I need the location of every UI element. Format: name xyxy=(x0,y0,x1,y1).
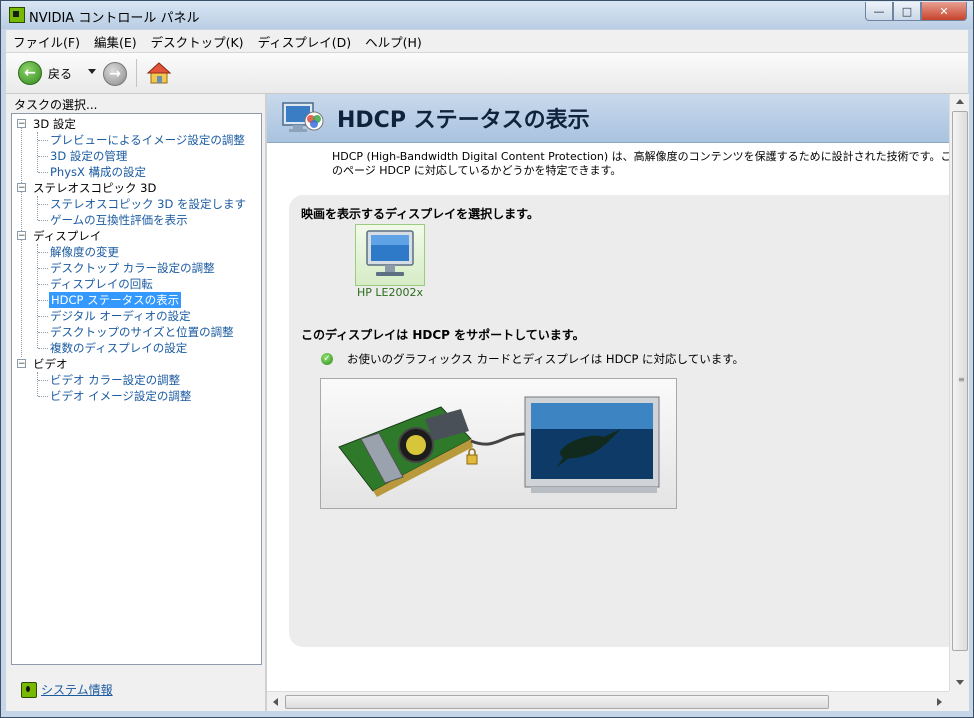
vertical-scroll-thumb[interactable]: ≡ xyxy=(952,111,968,651)
vertical-scrollbar[interactable]: ≡ xyxy=(949,94,969,691)
task-tree: − 3D 設定 プレビューによるイメージ設定の調整 3D 設定の管理 PhysX… xyxy=(11,113,262,665)
tree-item[interactable]: ビデオ カラー設定の調整 xyxy=(50,372,180,388)
expand-collapse-icon[interactable]: − xyxy=(17,183,26,193)
menu-bar: ファイル(F) 編集(E) デスクトップ(K) ディスプレイ(D) ヘルプ(H) xyxy=(6,30,968,53)
tree-item[interactable]: 解像度の変更 xyxy=(50,244,119,260)
menu-help[interactable]: ヘルプ(H) xyxy=(358,32,429,51)
menu-desktop[interactable]: デスクトップ(K) xyxy=(144,32,251,51)
scroll-right-icon[interactable] xyxy=(937,698,942,706)
close-button[interactable]: ✕ xyxy=(921,2,967,21)
back-label: 戻る xyxy=(48,66,73,81)
scroll-left-icon[interactable] xyxy=(273,698,278,706)
tree-category-3d[interactable]: 3D 設定 xyxy=(33,116,76,132)
scrollbar-corner xyxy=(949,691,969,711)
nvidia-icon xyxy=(9,7,25,23)
navigation-pane: タスクの選択... − 3D 設定 プレビューによるイメージ設定の調整 3D 設… xyxy=(6,94,265,711)
tree-item[interactable]: ゲームの互換性評価を表示 xyxy=(50,212,188,228)
page-title: HDCP ステータスの表示 xyxy=(337,108,590,133)
hdcp-panel: 映画を表示するディスプレイを選択します。 HP LE2002x このディスプレイ… xyxy=(289,195,949,647)
nvidia-info-icon xyxy=(21,681,37,698)
graphics-card-to-tv-image xyxy=(338,396,660,497)
title-bar[interactable]: NVIDIA コントロール パネル — □ ✕ xyxy=(1,1,973,29)
display-selector[interactable] xyxy=(355,224,425,286)
horizontal-scrollbar[interactable] xyxy=(267,691,949,711)
toolbar: ← 戻る → xyxy=(6,53,968,94)
select-display-label: 映画を表示するディスプレイを選択します。 xyxy=(301,207,539,221)
toolbar-separator xyxy=(136,59,137,87)
menu-display[interactable]: ディスプレイ(D) xyxy=(251,32,359,51)
system-info-link[interactable]: システム情報 xyxy=(21,681,113,698)
horizontal-scroll-thumb[interactable] xyxy=(285,695,829,709)
grip-icon: ≡ xyxy=(958,375,965,384)
expand-collapse-icon[interactable]: − xyxy=(17,231,26,241)
tree-item[interactable]: デジタル オーディオの設定 xyxy=(50,308,191,324)
display-name: HP LE2002x xyxy=(357,286,423,299)
expand-collapse-icon[interactable]: − xyxy=(17,359,26,369)
tree-item[interactable]: PhysX 構成の設定 xyxy=(50,164,146,180)
menu-file[interactable]: ファイル(F) xyxy=(6,32,87,51)
expand-collapse-icon[interactable]: − xyxy=(17,119,26,129)
menu-edit[interactable]: 編集(E) xyxy=(87,32,144,51)
monitor-icon xyxy=(366,230,414,276)
window-controls: — □ ✕ xyxy=(865,2,967,21)
system-info-label: システム情報 xyxy=(41,683,113,697)
display-settings-icon xyxy=(282,102,324,132)
tree-category-stereo[interactable]: ステレオスコピック 3D xyxy=(33,180,156,196)
hdcp-status-text: お使いのグラフィックス カードとディスプレイは HDCP に対応しています。 xyxy=(347,352,745,366)
tree-item[interactable]: デスクトップのサイズと位置の調整 xyxy=(50,324,234,340)
tree-item[interactable]: ビデオ イメージ設定の調整 xyxy=(50,388,191,404)
tree-item[interactable]: 3D 設定の管理 xyxy=(50,148,127,164)
hdcp-illustration xyxy=(320,378,677,509)
tree-item[interactable]: デスクトップ カラー設定の調整 xyxy=(50,260,215,276)
check-icon: ✓ xyxy=(321,353,333,365)
scroll-down-icon[interactable] xyxy=(956,680,964,685)
scroll-up-icon[interactable] xyxy=(956,99,964,104)
tree-category-video[interactable]: ビデオ xyxy=(33,356,68,372)
tree-item[interactable]: プレビューによるイメージ設定の調整 xyxy=(50,132,245,148)
page-description: HDCP (High-Bandwidth Digital Content Pro… xyxy=(332,150,952,177)
tree-category-display[interactable]: ディスプレイ xyxy=(33,228,101,244)
page-header: HDCP ステータスの表示 xyxy=(267,94,949,143)
tree-item[interactable]: ステレオスコピック 3D を設定します xyxy=(50,196,246,212)
tree-item-selected[interactable]: HDCP ステータスの表示 xyxy=(49,292,182,308)
hdcp-status-row: ✓ お使いのグラフィックス カードとディスプレイは HDCP に対応しています。 xyxy=(321,351,744,367)
forward-arrow-icon[interactable]: → xyxy=(103,62,127,86)
home-icon[interactable] xyxy=(146,60,172,86)
tree-item[interactable]: 複数のディスプレイの設定 xyxy=(50,340,187,356)
back-arrow-icon: ← xyxy=(18,61,42,85)
task-select-label: タスクの選択... xyxy=(14,98,98,112)
back-button[interactable]: ← 戻る xyxy=(18,59,72,87)
history-dropdown-icon[interactable] xyxy=(88,69,96,74)
app-window: NVIDIA コントロール パネル — □ ✕ ファイル(F) 編集(E) デス… xyxy=(0,0,974,718)
minimize-button[interactable]: — xyxy=(865,2,893,21)
hdcp-support-heading: このディスプレイは HDCP をサポートしています。 xyxy=(301,328,585,342)
window-title: NVIDIA コントロール パネル xyxy=(29,11,200,26)
maximize-button[interactable]: □ xyxy=(893,2,921,21)
tree-item[interactable]: ディスプレイの回転 xyxy=(50,276,153,292)
content-pane: HDCP ステータスの表示 HDCP (High-Bandwidth Digit… xyxy=(267,94,969,711)
